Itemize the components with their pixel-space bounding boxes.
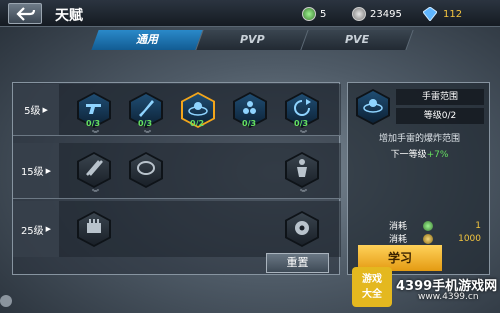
watermark: 游戏 大全 4399手机游戏网 www.4399.cn (348, 263, 500, 313)
top-bar: 天赋 5 23495 112 (0, 0, 500, 27)
cost-value: 1 (475, 220, 481, 231)
detail-talent-icon (356, 89, 390, 125)
grenade-range-icon (363, 99, 383, 113)
resource-green-coin: 5 (302, 6, 326, 22)
cost-label: 消耗 (389, 235, 408, 245)
diamond-icon (423, 7, 437, 21)
resource-diamond[interactable]: 112 (423, 6, 462, 22)
gold-coin-icon (423, 233, 433, 244)
silver-coin-value: 23495 (370, 8, 402, 20)
cost-row-gold: 消耗 1000 (389, 232, 481, 245)
knife-icon (139, 100, 154, 117)
reload-icon (294, 99, 311, 116)
row-level-label: 15级 ▶ (13, 143, 59, 198)
mode-tabs: 通用 PVP PVE (91, 30, 414, 50)
chevron-down-icon: ︾ (144, 130, 151, 138)
chevron-down-icon: ︾ (92, 130, 99, 138)
row-level-label: 5级 ▶ (13, 84, 59, 135)
side-handle[interactable] (0, 295, 12, 307)
diamond-value: 112 (443, 8, 463, 20)
watermark-url: www.4399.cn (418, 292, 479, 302)
mine-icon (295, 221, 309, 235)
chevron-down-icon: ︾ (92, 189, 99, 197)
talent-grid: 5级 ▶ 15级 ▶ 25级 ▶ 0/3 0/3 0/2 0/3 0/3 ︾ ︾ ︾ (12, 82, 341, 275)
green-coin-icon (423, 220, 433, 231)
belt-icon (137, 161, 155, 175)
resource-silver-coin: 23495 (352, 6, 402, 22)
green-coin-icon (302, 7, 316, 21)
soldier-icon (297, 159, 307, 177)
reset-button[interactable]: 重置 (266, 253, 329, 273)
cost-label: 消耗 (389, 222, 408, 232)
dual-weapon-icon (86, 160, 103, 176)
ammo-box-icon (87, 219, 101, 233)
cost-value: 1000 (458, 233, 481, 244)
tab-general[interactable]: 通用 (91, 30, 204, 50)
row-level-label: 25级 ▶ (13, 201, 59, 257)
pistol-icon (86, 104, 101, 114)
grenade-range-icon (188, 102, 208, 116)
talent-next-level: 下一等级+7% (348, 147, 491, 160)
tab-pvp[interactable]: PVP (196, 30, 309, 50)
chevron-down-icon: ︾ (300, 130, 307, 138)
back-arrow-icon (16, 7, 36, 21)
page-title: 天赋 (55, 8, 83, 24)
talent-count: 0/3 (242, 119, 257, 128)
talent-count: 0/3 (138, 119, 153, 128)
talent-count: 0/2 (190, 119, 205, 128)
back-button[interactable] (8, 3, 42, 24)
silver-coin-icon (352, 7, 366, 21)
green-coin-value: 5 (320, 8, 327, 20)
talent-level: 等级0/2 (396, 108, 484, 124)
talent-name: 手雷范围 (396, 89, 484, 105)
cost-row-talent-points: 消耗 1 (389, 219, 481, 232)
watermark-logo: 游戏 大全 (352, 267, 392, 307)
ammo-icon (243, 101, 256, 114)
talent-description: 增加手雷的爆炸范围 (378, 134, 460, 144)
next-level-value: +7% (426, 150, 449, 160)
talent-count: 0/3 (294, 119, 309, 128)
chevron-down-icon: ︾ (300, 189, 307, 197)
tab-pve[interactable]: PVE (301, 30, 414, 50)
next-level-label: 下一等级 (390, 150, 427, 160)
talent-count: 0/3 (86, 119, 101, 128)
